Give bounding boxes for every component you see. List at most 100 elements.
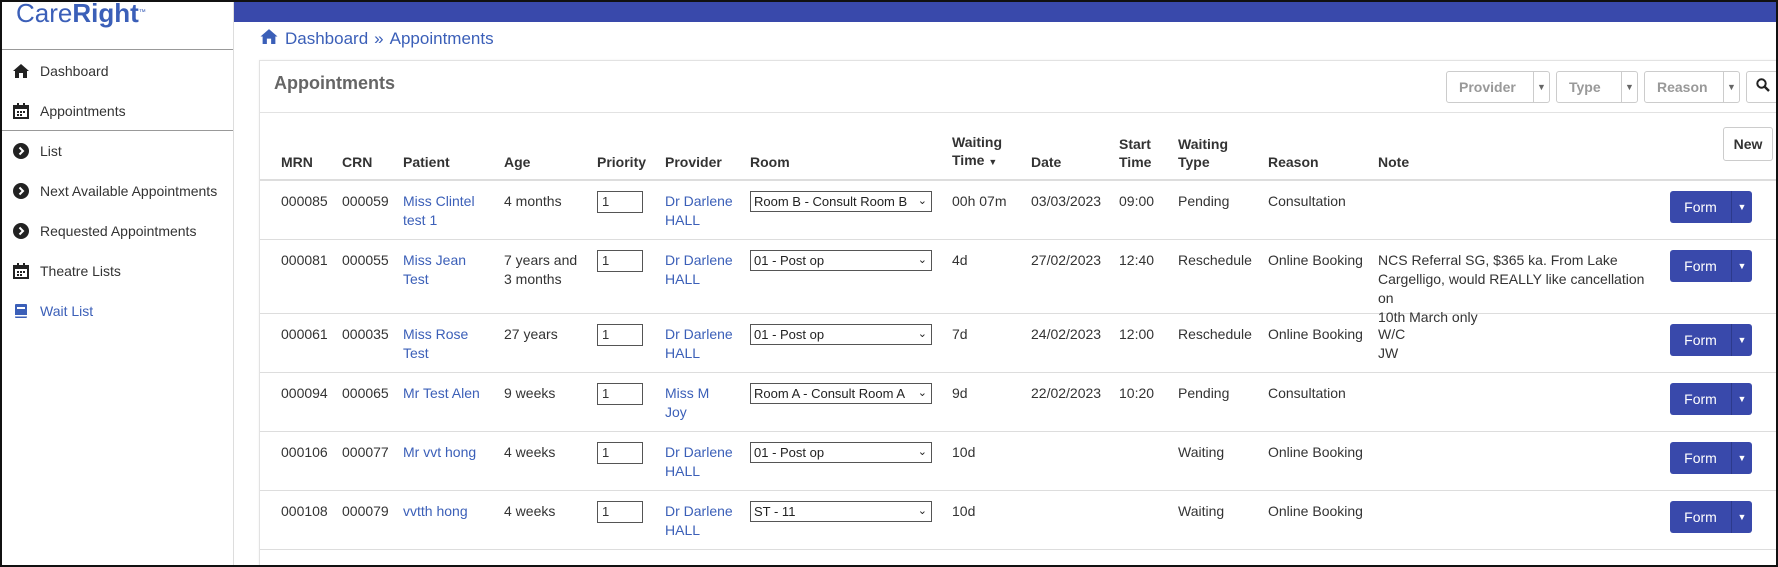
col-note[interactable]: Note (1378, 153, 1409, 171)
cell-waiting-time: 10d (952, 503, 976, 519)
form-button[interactable]: Form (1670, 250, 1732, 282)
sidebar-item-theatre-lists[interactable]: Theatre Lists (2, 251, 233, 291)
room-select[interactable]: ST - 11 ⌄ (750, 501, 932, 522)
sidebar-item-requested[interactable]: Requested Appointments (2, 211, 233, 251)
provider-link[interactable]: Dr Darlene HALL (665, 443, 733, 481)
cell-date: 27/02/2023 (1031, 252, 1102, 268)
breadcrumb-dashboard-link[interactable]: Dashboard (285, 29, 368, 49)
form-button-group: Form ▼ (1670, 383, 1752, 415)
sidebar-item-label: Wait List (40, 303, 94, 319)
room-select-value: ST - 11 (754, 504, 796, 519)
cell-age: 27 years (504, 325, 558, 344)
room-select[interactable]: 01 - Post op ⌄ (750, 250, 932, 271)
provider-link[interactable]: Miss M Joy (665, 384, 709, 422)
priority-input[interactable]: 1 (597, 250, 643, 272)
col-start-time-line1: Start (1119, 136, 1151, 152)
caret-down-icon: ▼ (1737, 512, 1747, 522)
form-button[interactable]: Form (1670, 501, 1732, 533)
form-dropdown-toggle[interactable]: ▼ (1732, 501, 1752, 533)
patient-name-line1: vvtth hong (403, 503, 468, 519)
patient-name-line1: Miss Clintel (403, 193, 475, 209)
patient-link[interactable]: Miss Clintel test 1 (403, 192, 495, 230)
form-dropdown-toggle[interactable]: ▼ (1732, 383, 1752, 415)
logo[interactable]: CareRight™ (2, 2, 233, 50)
caret-down-icon: ▼ (1737, 261, 1747, 271)
calendar-icon (10, 101, 32, 121)
new-button[interactable]: New (1723, 127, 1773, 161)
sidebar-item-appointments[interactable]: Appointments (2, 91, 233, 131)
cell-age: 4 weeks (504, 443, 555, 462)
col-priority[interactable]: Priority (597, 153, 646, 171)
breadcrumb-separator: » (374, 29, 384, 48)
priority-input[interactable]: 1 (597, 442, 643, 464)
priority-input[interactable]: 1 (597, 501, 643, 523)
patient-link[interactable]: Mr vvt hong (403, 443, 495, 462)
provider-link[interactable]: Dr Darlene HALL (665, 325, 733, 363)
col-date[interactable]: Date (1031, 153, 1061, 171)
patient-link[interactable]: vvtth hong (403, 502, 495, 521)
room-select[interactable]: 01 - Post op ⌄ (750, 442, 932, 463)
provider-line1: Dr Darlene (665, 326, 733, 342)
col-room[interactable]: Room (750, 153, 790, 171)
priority-input[interactable]: 1 (597, 383, 643, 405)
form-button[interactable]: Form (1670, 383, 1732, 415)
room-select[interactable]: Room B - Consult Room B ⌄ (750, 191, 932, 212)
col-waiting-type[interactable]: Waiting Type (1178, 135, 1228, 171)
book-icon (10, 301, 32, 321)
priority-input[interactable]: 1 (597, 324, 643, 346)
form-button[interactable]: Form (1670, 324, 1732, 356)
col-provider[interactable]: Provider (665, 153, 722, 171)
col-age[interactable]: Age (504, 153, 530, 171)
sidebar-item-label: Next Available Appointments (40, 183, 218, 199)
patient-link[interactable]: Miss Jean Test (403, 251, 495, 289)
provider-line1: Dr Darlene (665, 193, 733, 209)
form-button[interactable]: Form (1670, 191, 1732, 223)
room-select[interactable]: Room A - Consult Room A ⌄ (750, 383, 932, 404)
chevron-down-icon: ⌄ (917, 195, 927, 207)
provider-line1: Dr Darlene (665, 252, 733, 268)
chevron-circle-icon (10, 141, 32, 161)
provider-filter[interactable]: Provider ▼ (1446, 71, 1550, 103)
room-select-value: Room A - Consult Room A (754, 386, 906, 401)
form-dropdown-toggle[interactable]: ▼ (1732, 250, 1752, 282)
cell-reason: Consultation (1268, 193, 1346, 209)
cell-mrn: 000061 (281, 326, 328, 342)
col-patient[interactable]: Patient (403, 153, 450, 171)
type-filter[interactable]: Type ▼ (1556, 71, 1638, 103)
col-waiting-time[interactable]: Waiting Time ▼ (952, 133, 1002, 171)
sidebar-item-dashboard[interactable]: Dashboard (2, 50, 233, 91)
home-icon[interactable] (259, 28, 279, 50)
col-waiting-time-line2: Time (952, 152, 985, 168)
filter-bar: Provider ▼ Type ▼ Reason ▼ (1446, 71, 1776, 103)
sidebar-item-wait-list[interactable]: Wait List (2, 291, 233, 331)
col-start-time[interactable]: Start Time (1119, 135, 1151, 171)
provider-link[interactable]: Dr Darlene HALL (665, 251, 733, 289)
col-crn[interactable]: CRN (342, 153, 372, 171)
appointments-panel: Appointments Provider ▼ Type ▼ Reason ▼ (259, 60, 1776, 565)
sidebar-item-list[interactable]: List (2, 131, 233, 171)
provider-link[interactable]: Dr Darlene HALL (665, 192, 733, 230)
col-reason[interactable]: Reason (1268, 153, 1319, 171)
patient-name-line1: Miss Jean (403, 252, 467, 268)
room-select[interactable]: 01 - Post op ⌄ (750, 324, 932, 345)
form-dropdown-toggle[interactable]: ▼ (1732, 191, 1752, 223)
table-row: 000085 000059 Miss Clintel test 14 months 1 D… (260, 181, 1776, 240)
priority-input[interactable]: 1 (597, 191, 643, 213)
cell-reason: Online Booking (1268, 252, 1363, 268)
patient-link[interactable]: Miss Rose Test (403, 325, 495, 363)
table-row: 000106 000077 Mr vvt hong 4 weeks 1 Dr Darlen… (260, 432, 1776, 491)
form-button[interactable]: Form (1670, 442, 1732, 474)
provider-link[interactable]: Dr Darlene HALL (665, 502, 733, 540)
breadcrumb-current[interactable]: Appointments (390, 29, 494, 49)
search-button[interactable] (1746, 71, 1776, 103)
cell-date: 22/02/2023 (1031, 385, 1102, 401)
sidebar-item-next-available[interactable]: Next Available Appointments (2, 171, 233, 211)
patient-name-line1: Miss Rose (403, 326, 469, 342)
reason-filter[interactable]: Reason ▼ (1644, 71, 1740, 103)
form-dropdown-toggle[interactable]: ▼ (1732, 442, 1752, 474)
cell-age: 7 years and 3 months (504, 251, 577, 289)
patient-link[interactable]: Mr Test Alen (403, 384, 495, 403)
form-dropdown-toggle[interactable]: ▼ (1732, 324, 1752, 356)
col-mrn[interactable]: MRN (281, 153, 313, 171)
search-icon (1756, 77, 1770, 97)
